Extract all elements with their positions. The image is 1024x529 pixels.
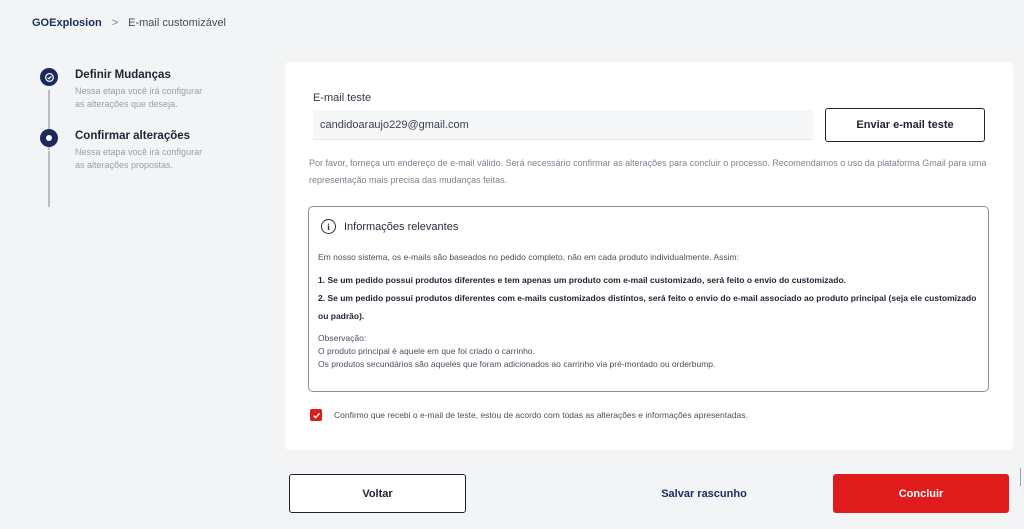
confirm-checkbox[interactable] [310,409,322,421]
info-icon: i [321,219,336,234]
step-description: Nessa etapa você irá configurar as alter… [75,147,203,170]
info-rule-1: 1. Se um pedido possui produtos diferent… [318,275,847,285]
finish-button[interactable]: Concluir [833,474,1009,513]
step-title: Definir Mudanças [75,69,171,81]
info-intro: Em nosso sistema, os e-mails são baseado… [318,252,739,262]
checkmark-icon [312,412,320,419]
back-button[interactable]: Voltar [289,474,466,513]
check-icon [40,68,58,86]
confirm-row: Confirmo que recebi o e-mail de teste, e… [310,409,748,421]
observation-line: O produto principal é aquele em que foi … [318,346,535,356]
save-draft-button[interactable]: Salvar rascunho [600,474,808,513]
stepper: Definir Mudanças Nessa etapa você irá co… [40,68,260,207]
info-rule-2: 2. Se um pedido possui produtos diferent… [318,293,977,321]
observation-block: Observação: O produto principal é aquele… [318,332,980,371]
breadcrumb-separator: > [111,17,119,29]
confirm-label[interactable]: Confirmo que recebi o e-mail de teste, e… [334,410,748,420]
breadcrumb: GOExplosion > E-mail customizável [32,17,226,29]
email-field[interactable] [313,110,813,140]
step-define-changes: Definir Mudanças Nessa etapa você irá co… [40,68,260,150]
breadcrumb-home-link[interactable]: GOExplosion [32,17,102,29]
step-confirm-changes: Confirmar alterações Nessa etapa você ir… [40,129,260,207]
email-field-label: E-mail teste [313,92,372,104]
info-header: i Informações relevantes [321,219,458,234]
email-hint: Por favor, forneça um endereço de e-mail… [309,158,987,185]
observation-line: Os produtos secundários são aqueles que … [318,359,716,369]
step-connector [48,151,50,207]
step-description: Nessa etapa você irá configurar as alter… [75,86,203,109]
breadcrumb-current: E-mail customizável [128,17,226,29]
scroll-edge [1020,468,1021,486]
email-test-card: E-mail teste Enviar e-mail teste Por fav… [285,62,1013,450]
info-panel: i Informações relevantes Em nosso sistem… [308,206,989,392]
send-test-email-button[interactable]: Enviar e-mail teste [825,108,985,142]
observation-title: Observação: [318,333,367,343]
info-title: Informações relevantes [344,220,459,233]
step-title: Confirmar alterações [75,130,191,142]
dot-icon [40,129,58,147]
info-body: Em nosso sistema, os e-mails são baseado… [318,251,980,371]
